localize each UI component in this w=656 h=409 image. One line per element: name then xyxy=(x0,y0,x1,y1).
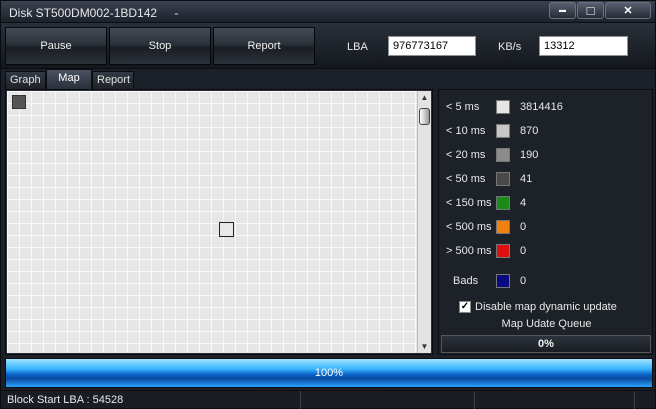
scan-progress-bar: 100% xyxy=(5,358,653,388)
status-bar: Block Start LBA : 54528 xyxy=(1,390,655,409)
stop-button[interactable]: Stop xyxy=(109,27,211,65)
window-title: Disk ST500DM002-1BD142 - xyxy=(9,6,178,20)
legend-swatch xyxy=(496,172,510,186)
legend-row: < 500 ms 0 xyxy=(439,218,654,238)
legend-label: < 500 ms xyxy=(446,221,492,233)
lba-label: LBA xyxy=(347,41,368,53)
legend-label: > 500 ms xyxy=(446,245,492,257)
legend-count: 0 xyxy=(520,275,527,287)
legend-swatch xyxy=(496,148,510,162)
legend-swatch xyxy=(496,100,510,114)
current-block-cell xyxy=(219,222,234,237)
map-scrollbar[interactable]: ▲ ▼ xyxy=(417,91,431,353)
close-icon: ✕ xyxy=(623,5,633,17)
legend-label: < 150 ms xyxy=(446,197,492,209)
disable-map-label: Disable map dynamic update xyxy=(475,301,617,313)
block-grid xyxy=(7,91,417,353)
legend-swatch-bads xyxy=(496,274,510,288)
pause-button[interactable]: Pause xyxy=(5,27,107,65)
legend-row: > 500 ms 0 xyxy=(439,242,654,262)
map-queue-label: Map Udate Queue xyxy=(501,318,592,330)
tab-report[interactable]: Report xyxy=(92,71,134,89)
legend-row: < 50 ms 41 xyxy=(439,170,654,190)
lba-field[interactable]: 976773167 xyxy=(388,36,476,56)
minimize-icon: ▬ xyxy=(559,7,566,14)
legend-row: < 150 ms 4 xyxy=(439,194,654,214)
block-start-lba: Block Start LBA : 54528 xyxy=(7,394,124,406)
status-segment-1: Block Start LBA : 54528 xyxy=(1,391,301,409)
legend-count: 41 xyxy=(520,173,533,185)
progress-text: 100% xyxy=(314,367,344,379)
status-segment-2 xyxy=(301,391,475,409)
latency-legend: < 5 ms 3814416 < 10 ms 870 < 20 ms 190 < 50 ms… xyxy=(438,89,653,355)
legend-row: < 10 ms 870 xyxy=(439,122,654,142)
tab-graph[interactable]: Graph xyxy=(5,71,46,89)
disable-map-checkbox[interactable]: ✓ xyxy=(459,301,471,313)
window-controls: ▬ □ ✕ xyxy=(548,2,651,19)
legend-label: < 20 ms xyxy=(446,149,486,161)
app-window: Disk ST500DM002-1BD142 - ▬ □ ✕ Pause Sto… xyxy=(0,0,656,409)
legend-label: < 50 ms xyxy=(446,173,486,185)
map-queue-progress: 0% xyxy=(441,335,651,353)
scroll-up-arrow-icon[interactable]: ▲ xyxy=(418,91,431,104)
legend-count: 190 xyxy=(520,149,539,161)
legend-swatch xyxy=(496,196,510,210)
legend-label: < 10 ms xyxy=(446,125,486,137)
status-segment-3 xyxy=(475,391,635,409)
kbs-label: KB/s xyxy=(498,41,522,53)
legend-row: < 20 ms 190 xyxy=(439,146,654,166)
legend-swatch xyxy=(496,124,510,138)
legend-row-bads: Bads 0 xyxy=(439,272,654,292)
legend-swatch xyxy=(496,220,510,234)
maximize-icon: □ xyxy=(586,3,595,18)
scroll-thumb[interactable] xyxy=(419,108,430,125)
maximize-button[interactable]: □ xyxy=(577,2,604,19)
report-button[interactable]: Report xyxy=(213,27,315,65)
surface-map: ▲ ▼ xyxy=(5,89,433,355)
tab-map[interactable]: Map xyxy=(46,69,92,89)
legend-count: 870 xyxy=(520,125,539,137)
title-bar: Disk ST500DM002-1BD142 - ▬ □ ✕ xyxy=(1,1,655,23)
kbs-field[interactable]: 13312 xyxy=(539,36,628,56)
scroll-down-arrow-icon[interactable]: ▼ xyxy=(418,340,431,353)
legend-label: Bads xyxy=(453,275,479,287)
legend-swatch xyxy=(496,244,510,258)
legend-count: 0 xyxy=(520,221,527,233)
legend-label: < 5 ms xyxy=(446,101,480,113)
close-button[interactable]: ✕ xyxy=(605,2,651,19)
window-title-suffix: - xyxy=(174,6,179,20)
minimize-button[interactable]: ▬ xyxy=(549,2,576,19)
toolbar: Pause Stop Report LBA 976773167 KB/s 133… xyxy=(1,23,655,69)
block-cell-read xyxy=(12,95,26,109)
legend-count: 0 xyxy=(520,245,527,257)
legend-count: 3814416 xyxy=(520,101,563,113)
legend-row: < 5 ms 3814416 xyxy=(439,98,654,118)
legend-count: 4 xyxy=(520,197,527,209)
window-title-text: Disk ST500DM002-1BD142 xyxy=(9,6,158,20)
